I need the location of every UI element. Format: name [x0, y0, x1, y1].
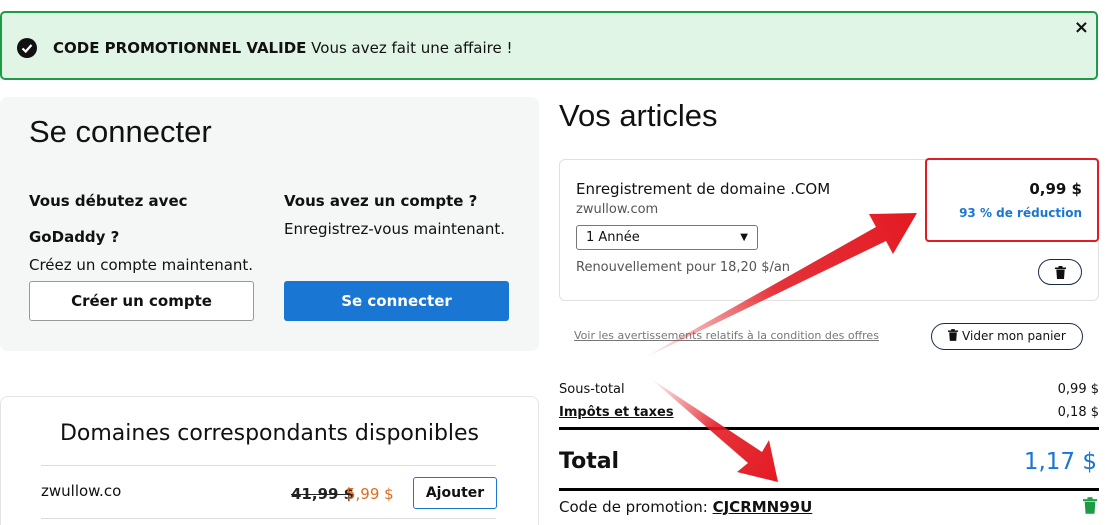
arrow-to-promo-code: [650, 378, 778, 482]
arrow-to-price: [640, 213, 917, 360]
annotation-arrows: [640, 213, 917, 482]
